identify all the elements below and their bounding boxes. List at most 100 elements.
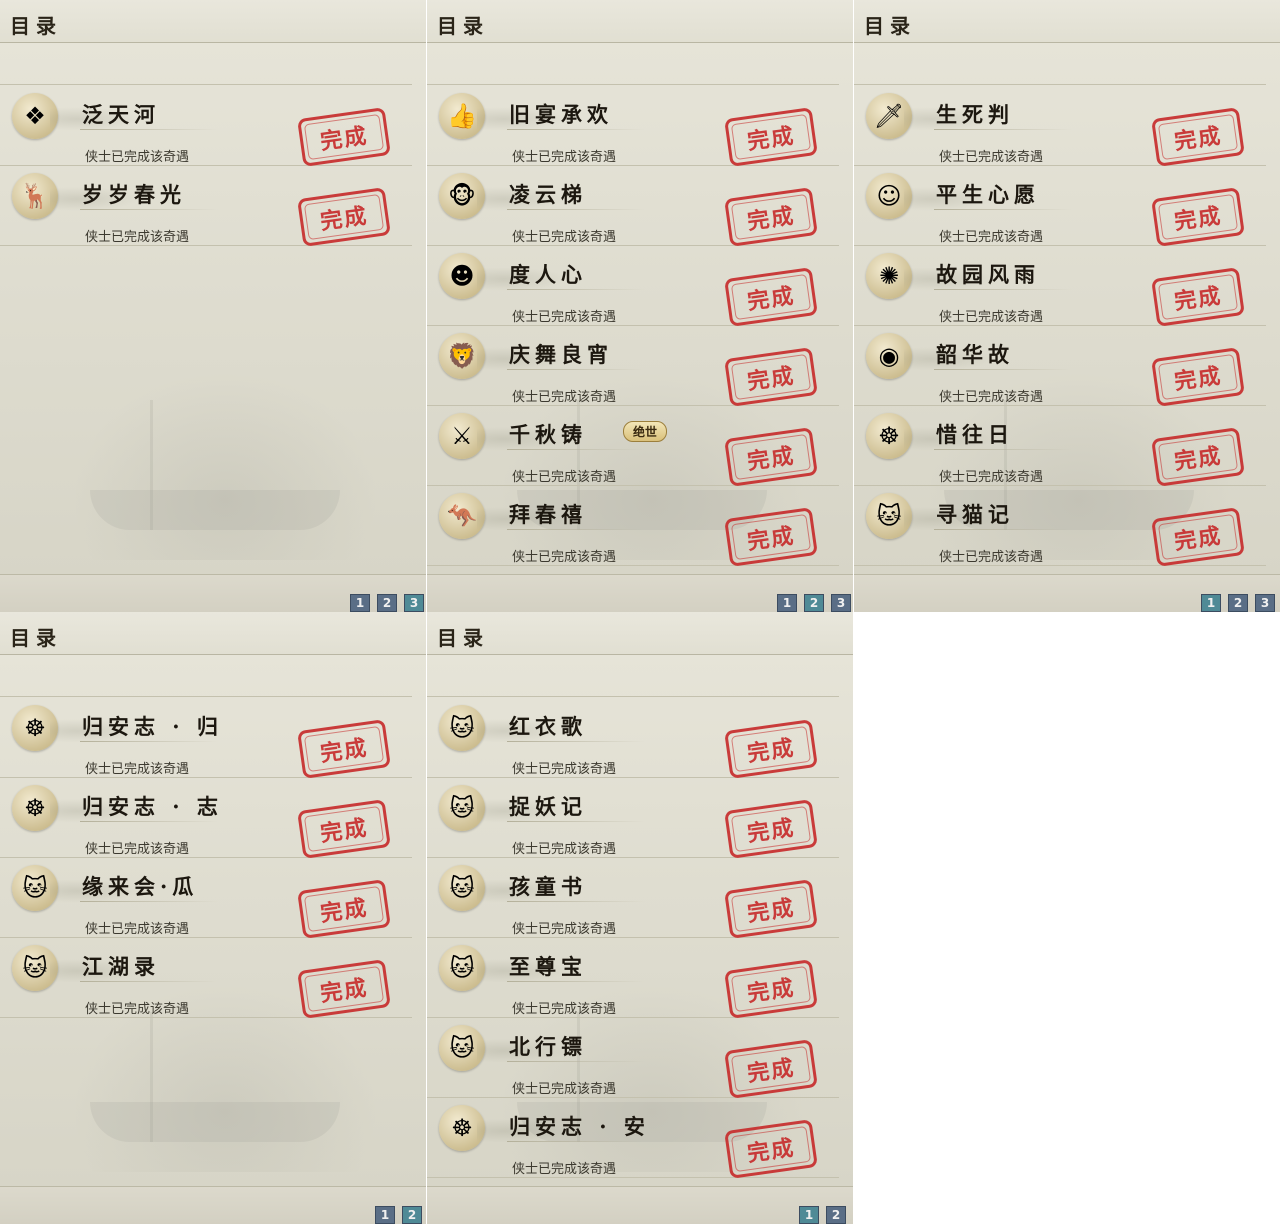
completed-stamp: 完成 bbox=[724, 959, 818, 1019]
name-underline bbox=[507, 981, 645, 982]
page-button-2[interactable]: 2 bbox=[826, 1206, 846, 1224]
encounter-row[interactable]: 🐵 凌云梯 侠士已完成该奇遇 完成 bbox=[427, 165, 839, 247]
completed-stamp: 完成 bbox=[724, 1119, 818, 1179]
encounter-name: 凌云梯 bbox=[509, 182, 587, 207]
catalog-panel-1: 目录 ❖ 泛天河 侠士已完成该奇遇 完成 🦌 岁岁春光 侠士已完成该奇遇 完成 … bbox=[0, 0, 426, 612]
encounter-status: 侠士已完成该奇遇 bbox=[512, 1082, 617, 1097]
encounter-name: 至尊宝 bbox=[509, 954, 587, 979]
name-underline bbox=[507, 821, 645, 822]
encounter-row[interactable]: 🗡 生死判 侠士已完成该奇遇 完成 bbox=[854, 85, 1266, 167]
name-underline bbox=[507, 209, 645, 210]
encounter-status: 侠士已完成该奇遇 bbox=[85, 842, 190, 857]
completed-stamp: 完成 bbox=[1151, 347, 1245, 407]
encounter-row[interactable]: 🐱 缘来会·瓜 侠士已完成该奇遇 完成 bbox=[0, 857, 412, 939]
encounter-row[interactable]: ⚔ 千秋铸 绝世 侠士已完成该奇遇 完成 bbox=[427, 405, 839, 487]
panel-title: 目录 bbox=[437, 14, 489, 38]
page-button-1[interactable]: 1 bbox=[1201, 594, 1221, 612]
encounter-row[interactable]: 🐱 北行镖 侠士已完成该奇遇 完成 bbox=[427, 1017, 839, 1099]
completed-stamp: 完成 bbox=[297, 879, 391, 939]
panel-header: 目录 bbox=[427, 612, 853, 655]
encounter-name: 归安志 · 志 bbox=[82, 794, 223, 819]
encounter-row[interactable]: 🦌 岁岁春光 侠士已完成该奇遇 完成 bbox=[0, 165, 412, 247]
encounter-name: 生死判 bbox=[936, 102, 1014, 127]
encounter-row[interactable]: 🐱 红衣歌 侠士已完成该奇遇 完成 bbox=[427, 697, 839, 779]
encounter-status: 侠士已完成该奇遇 bbox=[512, 150, 617, 165]
name-underline bbox=[934, 449, 1072, 450]
encounter-status: 侠士已完成该奇遇 bbox=[512, 1002, 617, 1017]
panel-header: 目录 bbox=[0, 0, 426, 43]
encounter-row[interactable]: 👍 旧宴承欢 侠士已完成该奇遇 完成 bbox=[427, 85, 839, 167]
panel-title: 目录 bbox=[10, 14, 62, 38]
name-underline bbox=[507, 289, 645, 290]
pagination: 1 2 3 bbox=[777, 594, 851, 612]
page-button-2[interactable]: 2 bbox=[377, 594, 397, 612]
encounter-row[interactable]: ☸ 归安志 · 归 侠士已完成该奇遇 完成 bbox=[0, 697, 412, 779]
encounter-row[interactable]: ◉ 韶华故 侠士已完成该奇遇 完成 bbox=[854, 325, 1266, 407]
encounter-row[interactable]: 🦘 拜春禧 侠士已完成该奇遇 完成 bbox=[427, 485, 839, 567]
page-button-1[interactable]: 1 bbox=[799, 1206, 819, 1224]
completed-stamp: 完成 bbox=[1151, 187, 1245, 247]
encounter-row[interactable]: ☺ 平生心愿 侠士已完成该奇遇 完成 bbox=[854, 165, 1266, 247]
encounter-name: 归安志 · 归 bbox=[82, 714, 223, 739]
background-boat bbox=[90, 490, 340, 530]
page-button-2[interactable]: 2 bbox=[402, 1206, 422, 1224]
encounter-name: 故园风雨 bbox=[936, 262, 1040, 287]
encounter-row[interactable]: ✺ 故园风雨 侠士已完成该奇遇 完成 bbox=[854, 245, 1266, 327]
page-button-3[interactable]: 3 bbox=[1255, 594, 1275, 612]
page-button-2[interactable]: 2 bbox=[1228, 594, 1248, 612]
name-underline bbox=[80, 129, 218, 130]
encounter-row[interactable]: 🦁 庆舞良宵 侠士已完成该奇遇 完成 bbox=[427, 325, 839, 407]
encounter-status: 侠士已完成该奇遇 bbox=[512, 550, 617, 565]
encounter-row[interactable]: ☸ 归安志 · 安 侠士已完成该奇遇 完成 bbox=[427, 1097, 839, 1179]
page-button-1[interactable]: 1 bbox=[777, 594, 797, 612]
completed-stamp: 完成 bbox=[724, 267, 818, 327]
name-underline bbox=[507, 369, 645, 370]
encounter-status: 侠士已完成该奇遇 bbox=[85, 1002, 190, 1017]
completed-stamp: 完成 bbox=[724, 879, 818, 939]
completed-stamp: 完成 bbox=[724, 799, 818, 859]
completed-stamp: 完成 bbox=[724, 507, 818, 567]
page-button-3[interactable]: 3 bbox=[404, 594, 424, 612]
encounter-name: 红衣歌 bbox=[509, 714, 587, 739]
encounter-status: 侠士已完成该奇遇 bbox=[939, 470, 1044, 485]
name-underline bbox=[934, 209, 1072, 210]
encounter-name: 千秋铸 bbox=[509, 422, 587, 447]
name-underline bbox=[934, 529, 1072, 530]
encounter-status: 侠士已完成该奇遇 bbox=[939, 390, 1044, 405]
completed-stamp: 完成 bbox=[724, 719, 818, 779]
encounter-name: 平生心愿 bbox=[936, 182, 1040, 207]
encounter-status: 侠士已完成该奇遇 bbox=[512, 762, 617, 777]
name-underline bbox=[80, 821, 218, 822]
encounter-name: 岁岁春光 bbox=[82, 182, 186, 207]
encounter-row[interactable]: 🐱 寻猫记 侠士已完成该奇遇 完成 bbox=[854, 485, 1266, 567]
encounter-row[interactable]: ☻ 度人心 侠士已完成该奇遇 完成 bbox=[427, 245, 839, 327]
encounter-row[interactable]: ☸ 惜往日 侠士已完成该奇遇 完成 bbox=[854, 405, 1266, 487]
name-underline bbox=[507, 529, 645, 530]
page-button-3[interactable]: 3 bbox=[831, 594, 851, 612]
encounter-row[interactable]: ❖ 泛天河 侠士已完成该奇遇 完成 bbox=[0, 85, 412, 167]
encounter-row[interactable]: 🐱 江湖录 侠士已完成该奇遇 完成 bbox=[0, 937, 412, 1019]
name-underline bbox=[80, 209, 218, 210]
panel-header: 目录 bbox=[854, 0, 1280, 43]
name-underline bbox=[507, 1141, 645, 1142]
encounter-name: 庆舞良宵 bbox=[509, 342, 613, 367]
completed-stamp: 完成 bbox=[724, 347, 818, 407]
encounter-row[interactable]: 🐱 至尊宝 侠士已完成该奇遇 完成 bbox=[427, 937, 839, 1019]
page-button-1[interactable]: 1 bbox=[350, 594, 370, 612]
name-underline bbox=[507, 741, 645, 742]
completed-stamp: 完成 bbox=[1151, 107, 1245, 167]
name-underline bbox=[934, 289, 1072, 290]
completed-stamp: 完成 bbox=[724, 427, 818, 487]
pagination: 1 2 bbox=[799, 1206, 846, 1224]
completed-stamp: 完成 bbox=[297, 799, 391, 859]
completed-stamp: 完成 bbox=[1151, 427, 1245, 487]
encounter-row[interactable]: 🐱 捉妖记 侠士已完成该奇遇 完成 bbox=[427, 777, 839, 859]
page-button-2[interactable]: 2 bbox=[804, 594, 824, 612]
encounter-name: 归安志 · 安 bbox=[509, 1114, 650, 1139]
page-button-1[interactable]: 1 bbox=[375, 1206, 395, 1224]
name-underline bbox=[934, 369, 1072, 370]
encounter-row[interactable]: ☸ 归安志 · 志 侠士已完成该奇遇 完成 bbox=[0, 777, 412, 859]
encounter-name: 旧宴承欢 bbox=[509, 102, 613, 127]
panel-title: 目录 bbox=[437, 626, 489, 650]
encounter-row[interactable]: 🐱 孩童书 侠士已完成该奇遇 完成 bbox=[427, 857, 839, 939]
